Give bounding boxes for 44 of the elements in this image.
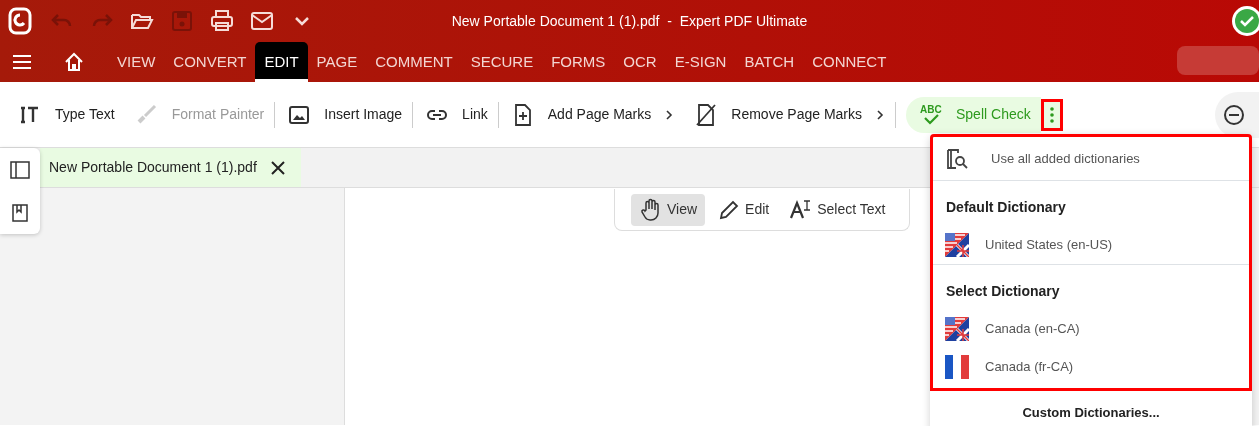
- dictionary-search-icon: [945, 146, 969, 171]
- search-field[interactable]: [1177, 46, 1259, 75]
- chevron-right-icon: [875, 108, 885, 121]
- menu-tab[interactable]: EDIT: [255, 42, 308, 82]
- bookmark-icon[interactable]: [12, 203, 28, 222]
- toolbar-button[interactable]: Add Page Marks: [500, 94, 685, 135]
- french-flag-icon: [945, 355, 969, 379]
- chevron-right-icon: [664, 108, 675, 121]
- toolbar-button[interactable]: Type Text: [8, 94, 125, 135]
- zoom-out-icon[interactable]: [1223, 104, 1245, 126]
- sidebar-panel-icon[interactable]: [10, 160, 30, 179]
- menu-tab[interactable]: CONVERT: [164, 42, 256, 82]
- toolbar-button[interactable]: Insert Image: [277, 101, 414, 128]
- more-options-icon[interactable]: [1040, 98, 1063, 131]
- section-heading: Select Dictionary: [945, 282, 1061, 301]
- app-logo-icon: [8, 7, 32, 35]
- section-heading: Default Dictionary: [945, 198, 1067, 217]
- page-slash-icon: [694, 102, 719, 127]
- close-icon[interactable]: [270, 160, 285, 175]
- menu-tab[interactable]: SECURE: [461, 42, 543, 82]
- window-title: New Portable Document 1 (1).pdf - Expert PDF Ultimate: [451, 13, 808, 29]
- toolbar-button[interactable]: Link: [415, 101, 499, 128]
- menu-item[interactable]: United States (en-US): [933, 226, 1249, 264]
- menu-tab[interactable]: OCR: [614, 42, 666, 82]
- menu-tab[interactable]: VIEW: [108, 42, 165, 82]
- custom-dictionaries-button[interactable]: Custom Dictionaries...: [930, 391, 1252, 426]
- view-mode-button[interactable]: Select Text: [781, 193, 894, 226]
- menu-tab[interactable]: PAGE: [307, 42, 367, 82]
- menu-tab[interactable]: FORMS: [542, 42, 615, 82]
- menu-tab[interactable]: CONNECT: [803, 42, 896, 82]
- menu-tab[interactable]: BATCH: [735, 42, 804, 82]
- menu-tab[interactable]: COMMENT: [366, 42, 462, 82]
- view-mode-button[interactable]: View: [631, 193, 706, 226]
- menu-item[interactable]: Canada (fr-CA): [933, 348, 1249, 386]
- tab-label: New Portable Document 1 (1).pdf: [49, 158, 257, 177]
- menu-item[interactable]: Canada (en-CA): [933, 310, 1249, 348]
- menu-tab[interactable]: E-SIGN: [665, 42, 736, 82]
- user-avatar-icon[interactable]: [1230, 4, 1259, 38]
- hand-icon: [639, 197, 661, 222]
- us-uk-flag-icon: [945, 233, 969, 257]
- document-tab[interactable]: New Portable Document 1 (1).pdf: [40, 148, 301, 187]
- view-mode-button[interactable]: Edit: [709, 193, 778, 226]
- toolbar-button[interactable]: Remove Page Marks: [684, 101, 896, 128]
- us-uk-flag-icon: [945, 317, 969, 341]
